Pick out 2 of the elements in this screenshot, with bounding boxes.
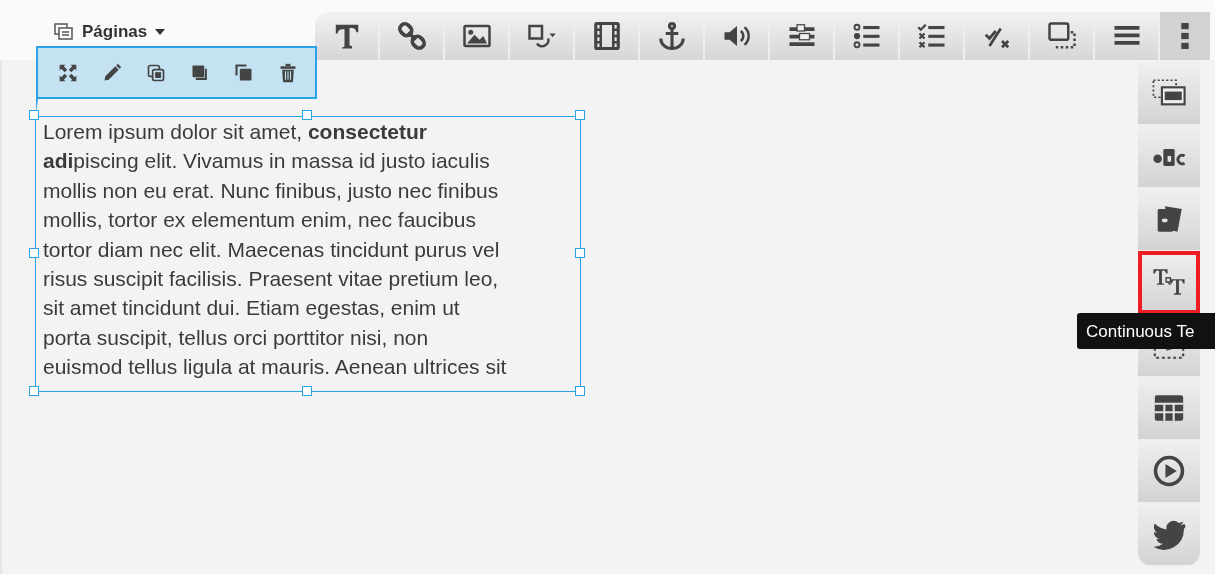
- tooltip: Continuous Te: [1077, 313, 1215, 349]
- paragraph-text: Lorem ipsum dolor sit amet, consectetur adipiscing elit. Vivamus in massa id justo iaculis mollis non eu erat. Nunc finibus, justo nec finibus mollis, tortor ex elementum enim, nec faucibus tortor diam nec elit. Maecenas tincidunt purus vel risus suscipit facilisis. Praesent vitae pretium leo, sit amet tincidunt dui. Etiam egestas, enim ut porta suscipit, tellus orci porttitor nisi, non euismod tellus ligula at mauris. Aenean ultrices sit: [43, 119, 507, 381]
